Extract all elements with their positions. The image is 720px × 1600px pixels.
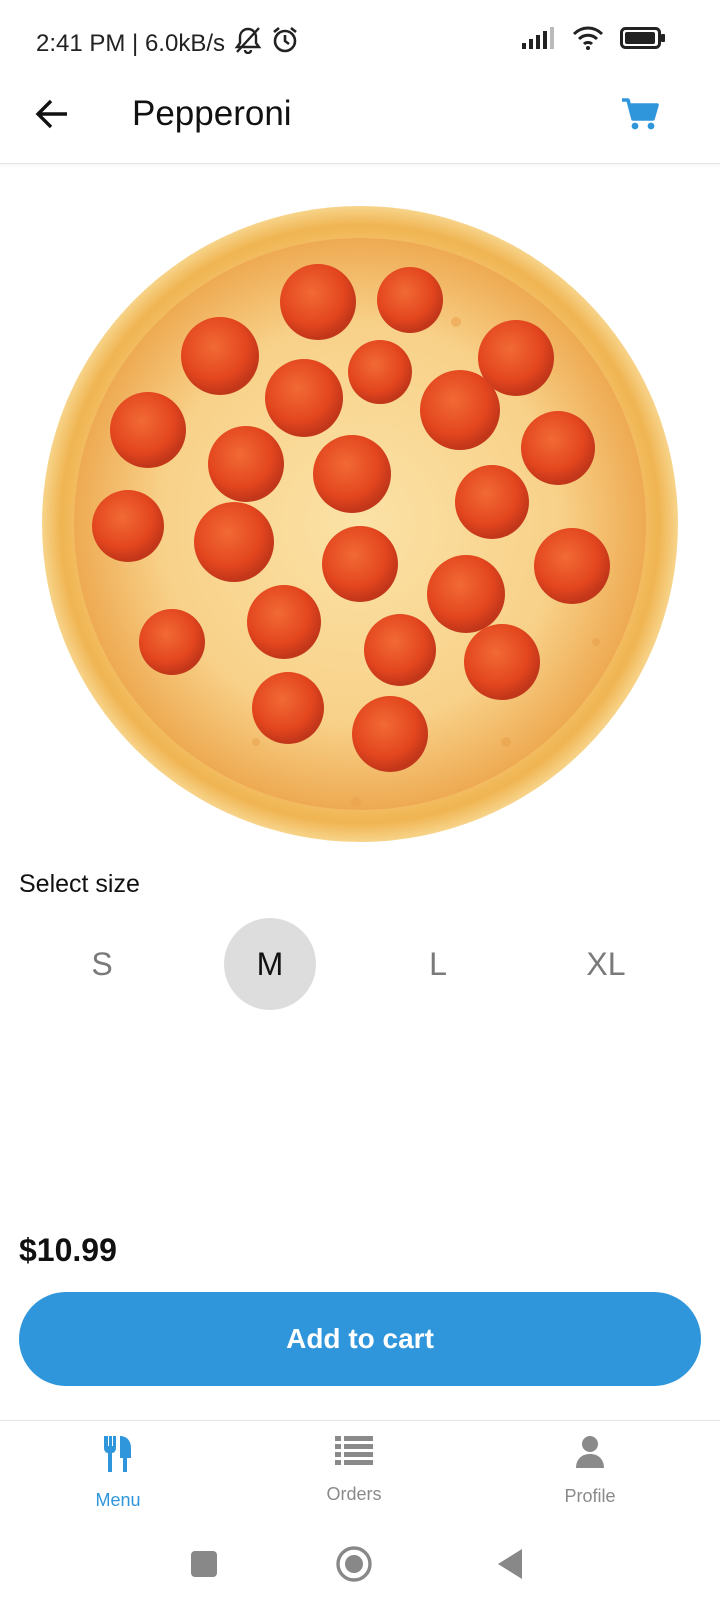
bottom-nav: Menu Orders Profile <box>0 1420 720 1530</box>
size-selector: S M L XL <box>0 918 720 1010</box>
utensils-icon <box>103 1435 133 1478</box>
size-option-s[interactable]: S <box>56 918 148 1010</box>
signal-icon <box>522 27 556 54</box>
size-label: Select size <box>19 870 140 898</box>
back-system-button[interactable] <box>488 1544 532 1588</box>
home-button[interactable] <box>332 1544 376 1588</box>
add-to-cart-button[interactable]: Add to cart <box>19 1292 701 1386</box>
bell-off-icon <box>233 26 263 61</box>
back-button[interactable] <box>30 94 74 138</box>
wifi-icon <box>572 26 604 55</box>
status-time: 2:41 PM | 6.0kB/s <box>36 29 225 57</box>
system-nav <box>0 1530 720 1600</box>
cart-button[interactable] <box>618 94 662 138</box>
battery-icon <box>620 27 666 54</box>
nav-label-profile: Profile <box>564 1486 616 1506</box>
recents-button[interactable] <box>182 1544 226 1588</box>
nav-item-orders[interactable]: Orders <box>274 1435 434 1505</box>
size-option-xl[interactable]: XL <box>560 918 652 1010</box>
triangle-back-icon <box>496 1548 524 1585</box>
square-icon <box>190 1550 218 1583</box>
pizza-image <box>36 202 684 846</box>
nav-label-menu: Menu <box>95 1490 141 1510</box>
app-bar: Pepperoni <box>0 80 720 164</box>
cart-icon <box>621 97 659 136</box>
nav-label-orders: Orders <box>326 1484 382 1504</box>
user-icon <box>575 1435 605 1474</box>
size-option-l[interactable]: L <box>392 918 484 1010</box>
status-right <box>522 26 666 55</box>
size-option-m[interactable]: M <box>224 918 316 1010</box>
nav-item-profile[interactable]: Profile <box>510 1435 670 1507</box>
alarm-icon <box>271 26 299 61</box>
status-bar: 2:41 PM | 6.0kB/s <box>0 0 720 80</box>
arrow-left-icon <box>35 99 69 134</box>
price: $10.99 <box>19 1232 117 1268</box>
page-title: Pepperoni <box>132 94 292 133</box>
circle-icon <box>335 1545 373 1588</box>
list-icon <box>335 1435 373 1472</box>
nav-item-menu[interactable]: Menu <box>38 1435 198 1511</box>
status-left: 2:41 PM | 6.0kB/s <box>36 26 299 61</box>
